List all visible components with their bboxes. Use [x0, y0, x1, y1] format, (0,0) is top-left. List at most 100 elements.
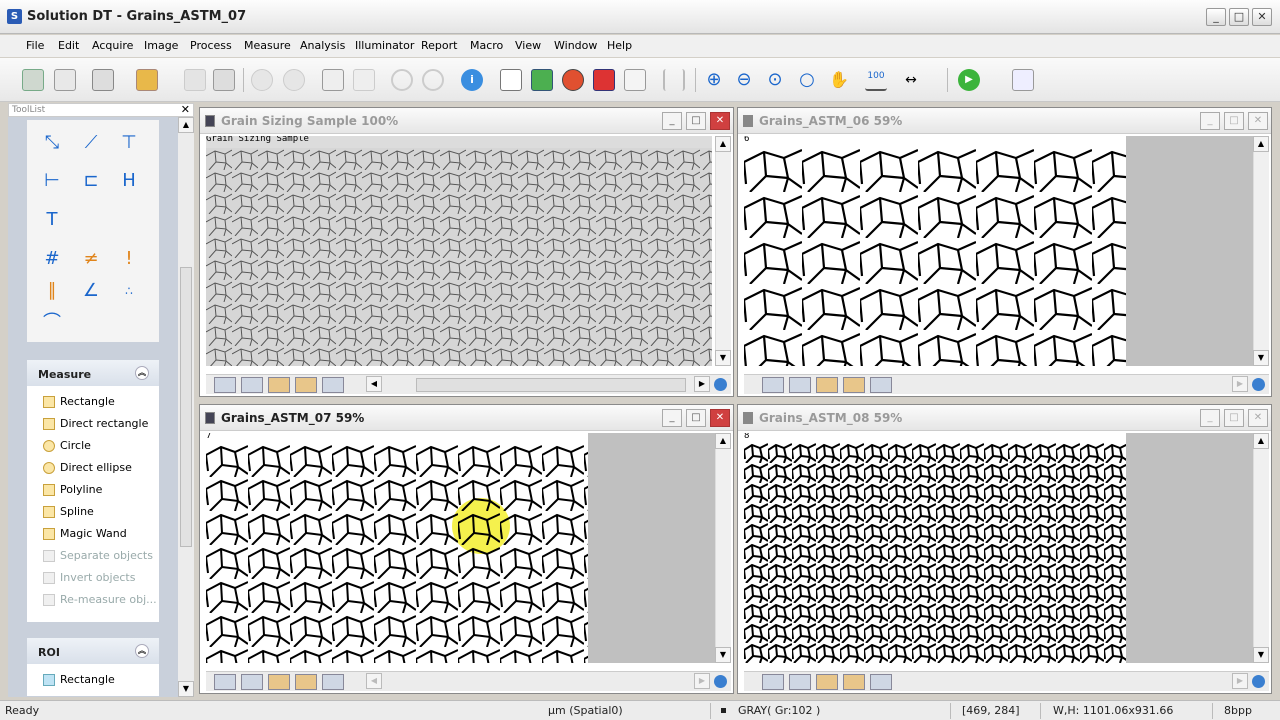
vertical-scrollbar[interactable]: ▲ ▼ — [1253, 136, 1269, 366]
scroll-up-icon[interactable]: ▲ — [715, 433, 731, 449]
columns-icon[interactable] — [663, 69, 685, 91]
histogram-icon[interactable] — [295, 674, 317, 690]
grid-view-icon[interactable] — [241, 674, 263, 690]
collapse-icon[interactable]: ︽ — [135, 366, 149, 380]
measure-rectangle[interactable]: Rectangle — [43, 395, 115, 411]
paste-icon[interactable] — [353, 69, 375, 91]
maximize-button[interactable]: □ — [686, 112, 706, 130]
view-icon[interactable] — [762, 377, 784, 393]
image-canvas[interactable]: 7 — [206, 433, 588, 663]
maximize-button[interactable]: □ — [686, 409, 706, 427]
pie-icon[interactable] — [562, 69, 584, 91]
resize-icon[interactable] — [870, 674, 892, 690]
hand-icon[interactable]: ✋ — [828, 69, 850, 91]
histogram-icon[interactable] — [295, 377, 317, 393]
copy-icon[interactable] — [322, 69, 344, 91]
vertical-scrollbar[interactable]: ▲ ▼ — [715, 433, 731, 663]
scroll-left-icon[interactable]: ◀ — [366, 673, 382, 689]
camera-icon[interactable] — [92, 69, 114, 91]
histogram-icon[interactable] — [843, 377, 865, 393]
menu-image[interactable]: Image — [144, 39, 178, 52]
measure-panel-header[interactable]: Measure ︽ — [27, 360, 159, 386]
maximize-button[interactable]: □ — [1224, 112, 1244, 130]
resize-icon[interactable]: ↔ — [900, 69, 922, 91]
caliper-tool-icon[interactable]: ⊤ — [118, 132, 140, 154]
bars-tool-icon[interactable]: ∥ — [41, 280, 63, 302]
close-button[interactable]: ✕ — [1248, 112, 1268, 130]
image-window-grain-sizing[interactable]: Grain Sizing Sample 100% _ □ ✕ Grain Siz… — [199, 107, 734, 397]
scroll-down-icon[interactable]: ▼ — [178, 681, 194, 697]
close-button[interactable]: ✕ — [1248, 409, 1268, 427]
menu-file[interactable]: File — [26, 39, 44, 52]
view-icon[interactable] — [214, 674, 236, 690]
image-window-astm-08[interactable]: Grains_ASTM_08 59% _ □ ✕ 8 ▲ ▼ ▶ — [737, 404, 1272, 694]
minimize-button[interactable]: _ — [1200, 112, 1220, 130]
image-window-astm-07[interactable]: Grains_ASTM_07 59% _ □ ✕ 7 ▲ ▼ ◀ ▶ — [199, 404, 734, 694]
menu-report[interactable]: Report — [421, 39, 457, 52]
scroll-thumb[interactable] — [180, 267, 192, 547]
count-tool-icon[interactable]: ∴ — [118, 280, 140, 302]
measure-separate-objects[interactable]: Separate objects — [43, 549, 153, 565]
scroll-up-icon[interactable]: ▲ — [1253, 136, 1269, 152]
image-window-titlebar[interactable]: Grain Sizing Sample 100% _ □ ✕ — [200, 108, 733, 134]
image-canvas[interactable]: Grain Sizing Sample — [206, 136, 712, 366]
info-icon[interactable]: i — [461, 69, 483, 91]
menu-window[interactable]: Window — [554, 39, 597, 52]
grid-icon[interactable] — [624, 69, 646, 91]
navigator-icon[interactable] — [1252, 675, 1265, 688]
menu-acquire[interactable]: Acquire — [92, 39, 133, 52]
distance-tool-icon[interactable]: ⊏ — [80, 170, 102, 192]
polyline-tool-icon[interactable]: ⤡ — [41, 132, 63, 154]
scroll-thumb[interactable] — [416, 378, 686, 392]
zoom-icon[interactable]: ○ — [796, 69, 818, 91]
perpendicular-tool-icon[interactable]: ⊢ — [41, 170, 63, 192]
measure-direct-ellipse[interactable]: Direct ellipse — [43, 461, 132, 477]
navigator-icon[interactable] — [1252, 378, 1265, 391]
measure-invert-objects[interactable]: Invert objects — [43, 571, 135, 587]
view-icon[interactable] — [214, 377, 236, 393]
roi-panel-header[interactable]: ROI ︽ — [27, 638, 159, 664]
export-icon[interactable] — [1012, 69, 1034, 91]
zoom-in-icon[interactable]: ⊕ — [703, 69, 725, 91]
angle-tool-icon[interactable]: ⟋ — [80, 132, 102, 154]
forward-icon[interactable] — [283, 69, 305, 91]
overlay-icon[interactable] — [816, 674, 838, 690]
cancel-icon[interactable] — [422, 69, 444, 91]
minimize-button[interactable]: _ — [662, 112, 682, 130]
measure-magic-wand[interactable]: Magic Wand — [43, 527, 127, 543]
curve-tool-icon[interactable]: ⌒ — [41, 312, 63, 334]
scroll-up-icon[interactable]: ▲ — [1253, 433, 1269, 449]
collapse-icon[interactable]: ︽ — [135, 644, 149, 658]
scroll-left-icon[interactable]: ◀ — [366, 376, 382, 392]
image-window-titlebar[interactable]: Grains_ASTM_07 59% _ □ ✕ — [200, 405, 733, 431]
grid-view-icon[interactable] — [789, 674, 811, 690]
roi-rectangle[interactable]: Rectangle — [43, 673, 115, 689]
close-button[interactable]: ✕ — [710, 112, 730, 130]
close-button[interactable]: ✕ — [710, 409, 730, 427]
scroll-right-icon[interactable]: ▶ — [1232, 673, 1248, 689]
text-tool-icon[interactable]: T — [41, 209, 63, 231]
scroll-right-icon[interactable]: ▶ — [1232, 376, 1248, 392]
menu-process[interactable]: Process — [190, 39, 232, 52]
histogram-icon[interactable] — [843, 674, 865, 690]
scroll-up-icon[interactable]: ▲ — [178, 117, 194, 133]
menu-macro[interactable]: Macro — [470, 39, 503, 52]
overlay-icon[interactable] — [816, 377, 838, 393]
resize-icon[interactable] — [322, 674, 344, 690]
scale-100-icon[interactable]: 100 — [865, 69, 887, 91]
scroll-down-icon[interactable]: ▼ — [715, 647, 731, 663]
toollist-scrollbar[interactable]: ▲ ▼ — [178, 117, 194, 697]
scroll-down-icon[interactable]: ▼ — [1253, 350, 1269, 366]
navigator-icon[interactable] — [714, 378, 727, 391]
maximize-button[interactable]: □ — [1224, 409, 1244, 427]
color-map-icon[interactable] — [531, 69, 553, 91]
resize-icon[interactable] — [322, 377, 344, 393]
image-window-titlebar[interactable]: Grains_ASTM_06 59% _ □ ✕ — [738, 108, 1271, 134]
grid-view-icon[interactable] — [789, 377, 811, 393]
image-window-titlebar[interactable]: Grains_ASTM_08 59% _ □ ✕ — [738, 405, 1271, 431]
angle-measure-icon[interactable]: ∠ — [80, 280, 102, 302]
chart-icon[interactable] — [500, 69, 522, 91]
back-icon[interactable] — [251, 69, 273, 91]
parallel-tool-icon[interactable]: ≠ — [80, 248, 102, 270]
measure-circle[interactable]: Circle — [43, 439, 91, 455]
